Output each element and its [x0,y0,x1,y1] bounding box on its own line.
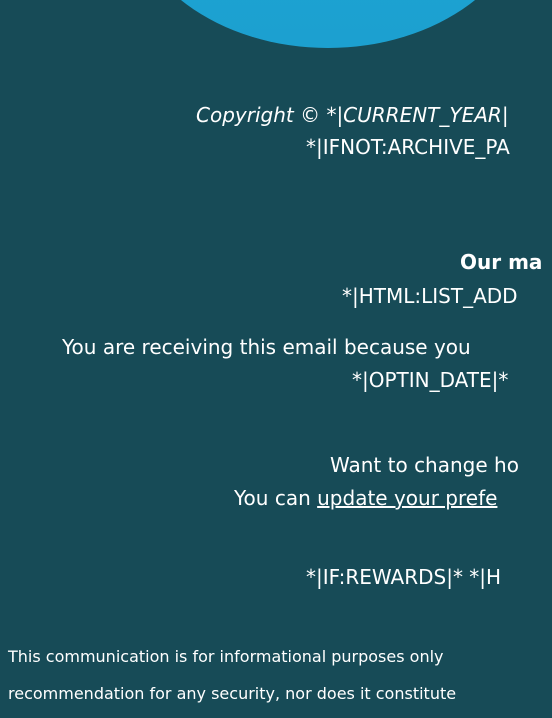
update-preferences-link[interactable]: update your prefe [317,486,497,510]
archive-tag: *|IFNOT:ARCHIVE_PA [306,135,510,159]
disclaimer-line-1: This communication is for informational … [8,647,444,666]
list-address: *|HTML:LIST_ADD [342,284,518,308]
change-preferences-text: Want to change ho [330,453,519,477]
decorative-circle [128,0,528,48]
receiving-reason-text: You are receiving this email because you [62,335,471,359]
mailing-address-heading: Our ma [460,250,543,274]
update-prefix-text: You can [234,486,318,510]
rewards-tag: *|IF:REWARDS|* *|H [306,565,502,589]
copyright-text: Copyright © *|CURRENT_YEAR| [196,103,509,127]
update-preferences-line: You can update your prefe [234,484,497,512]
optin-date: *|OPTIN_DATE|* [352,368,509,392]
disclaimer-line-2: recommendation for any security, nor doe… [8,684,457,703]
